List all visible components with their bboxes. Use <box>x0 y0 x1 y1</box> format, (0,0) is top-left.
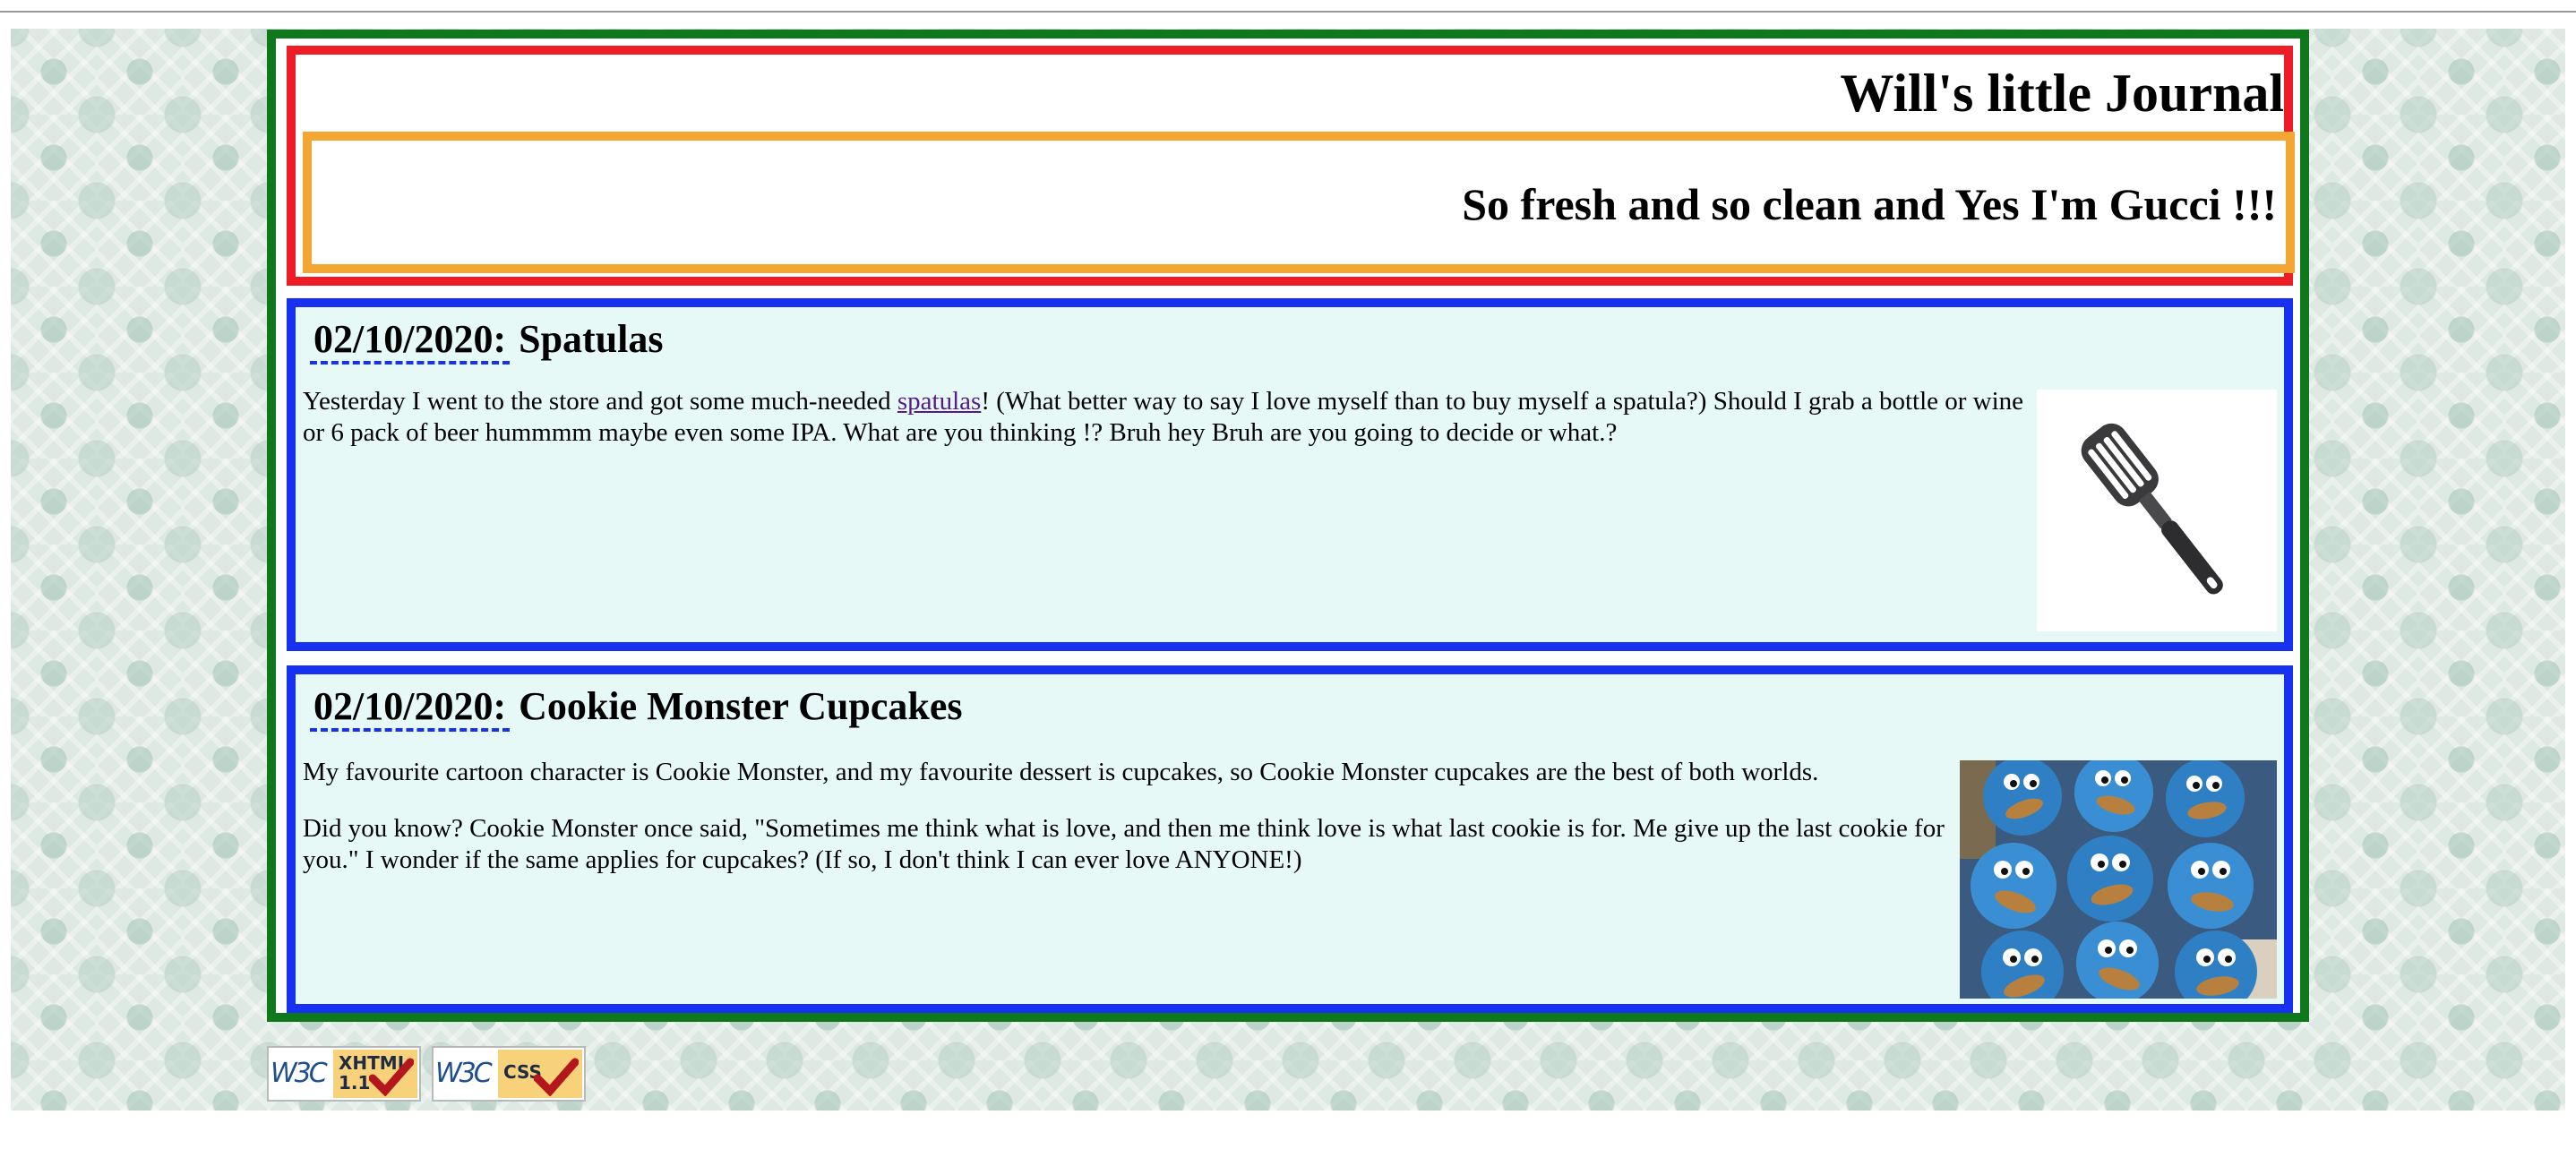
spatulas-link[interactable]: spatulas <box>897 387 981 416</box>
entry-title: Spatulas <box>519 317 664 361</box>
tagline: So fresh and so clean and Yes I'm Gucci … <box>1462 179 2277 229</box>
site-title: Will's little Journal <box>1840 64 2284 123</box>
w3c-css-badge[interactable]: W3C CSS <box>432 1046 586 1102</box>
entry-body: My favourite cartoon character is Cookie… <box>303 757 1960 901</box>
entry-paragraph: My favourite cartoon character is Cookie… <box>303 758 1819 786</box>
top-horizontal-rule <box>0 11 2576 13</box>
w3c-logo: W3C <box>270 1058 328 1089</box>
entry-date: 02/10/2020: <box>310 684 511 732</box>
cupcake-icon <box>1960 760 2277 999</box>
page-container: Will's little Journal So fresh and so cl… <box>267 30 2309 1022</box>
cookie-monster-cupcakes-photo <box>1960 760 2277 999</box>
tagline-box: So fresh and so clean and Yes I'm Gucci … <box>303 132 2295 273</box>
checkmark-icon <box>369 1058 414 1096</box>
entry-body: Yesterday I went to the store and got so… <box>303 386 2040 474</box>
entry-paragraph: Did you know? Cookie Monster once said, … <box>303 814 1945 874</box>
spatula-photo <box>2037 390 2277 631</box>
w3c-logo: W3C <box>435 1058 493 1089</box>
entry-heading: 02/10/2020: Cookie Monster Cupcakes <box>310 683 963 732</box>
journal-entry: 02/10/2020: Cookie Monster Cupcakes My fa… <box>287 665 2293 1013</box>
entry-date: 02/10/2020: <box>310 317 511 365</box>
entry-title: Cookie Monster Cupcakes <box>519 684 963 728</box>
w3c-xhtml-badge[interactable]: W3C XHTML 1.1 <box>267 1046 421 1102</box>
entry-heading: 02/10/2020: Spatulas <box>310 316 664 365</box>
journal-entry: 02/10/2020: Spatulas Yesterday I went to … <box>287 298 2293 651</box>
header: Will's little Journal So fresh and so cl… <box>287 46 2295 286</box>
spatula-icon <box>2081 423 2223 595</box>
entry-paragraph: Yesterday I went to the store and got so… <box>303 387 2024 447</box>
checkmark-icon <box>534 1058 579 1096</box>
